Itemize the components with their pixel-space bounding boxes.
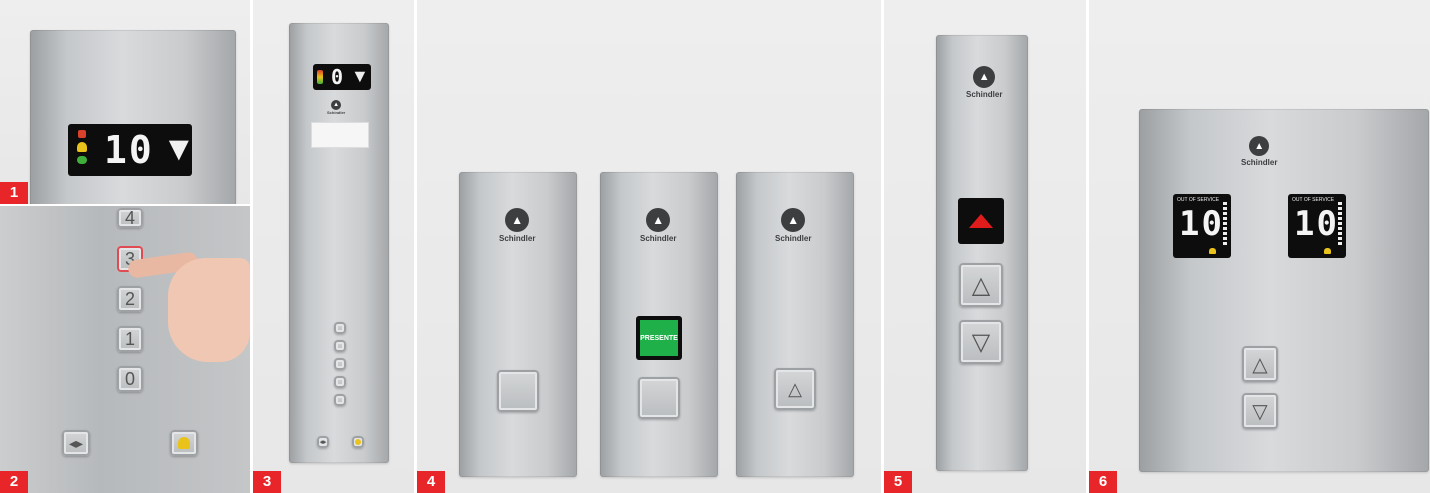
bell-icon — [77, 142, 87, 152]
presence-indicator: PRESENTE — [636, 316, 682, 360]
down-call-button[interactable]: ▽ — [959, 320, 1003, 364]
photo-panel-3: 0 ▼ ▲ Schindler ◂▸ 3 — [253, 0, 414, 493]
badge-5: 5 — [884, 471, 912, 493]
alarm-button[interactable] — [170, 430, 198, 456]
schindler-logo: ▲ Schindler — [775, 208, 811, 243]
floor-button-4[interactable]: 4 — [117, 208, 143, 228]
down-call-button[interactable]: ▽ — [1242, 393, 1278, 429]
badge-2: 2 — [0, 471, 28, 493]
floor-button-2[interactable]: 2 — [117, 286, 143, 312]
down-arrow-icon: ▼ — [351, 66, 369, 86]
up-call-button[interactable]: △ — [1242, 346, 1278, 382]
door-open-button[interactable]: ◂▸ — [317, 436, 329, 448]
down-arrow-icon: ▽ — [1252, 400, 1268, 423]
floor-indicator-display-left: OUT OF SERVICE 10 — [1173, 194, 1231, 258]
floor-indicator-display: 10 ▼ — [68, 124, 196, 176]
photo-panel-4: ▲ Schindler ▲ Schindler PRESENTE ▲ Schin… — [417, 0, 881, 493]
down-arrow-icon: ▼ — [162, 130, 196, 168]
floor-number: 0 — [331, 65, 346, 89]
schindler-logo: ▲ Schindler — [966, 66, 1002, 99]
up-call-button[interactable]: △ — [959, 263, 1003, 307]
up-arrow-icon: △ — [788, 378, 802, 399]
schindler-logo: ▲ Schindler — [499, 208, 535, 243]
info-plate — [311, 122, 369, 148]
badge-3: 3 — [253, 471, 281, 493]
schindler-logo: ▲ Schindler — [1241, 136, 1277, 167]
hall-station-plate — [1139, 109, 1429, 472]
hall-station-plate — [936, 35, 1028, 471]
badge-6: 6 — [1089, 471, 1117, 493]
badge-1: 1 — [0, 182, 28, 204]
floor-indicator-display-right: OUT OF SERVICE 10 — [1288, 194, 1346, 258]
status-text: OUT OF SERVICE — [1177, 197, 1220, 203]
photo-panel-6: ▲ Schindler OUT OF SERVICE 10 OUT OF SER… — [1089, 0, 1430, 493]
floor-button-1[interactable]: 1 — [117, 326, 143, 352]
up-arrow-red-icon — [969, 214, 993, 228]
bell-icon — [178, 437, 190, 449]
up-call-button[interactable]: △ — [774, 368, 816, 410]
floor-number: 10 — [104, 128, 154, 172]
badge-4: 4 — [417, 471, 445, 493]
bell-icon — [355, 439, 361, 445]
cop-button-column — [334, 322, 348, 416]
door-open-button[interactable]: ◂▸ — [62, 430, 90, 456]
up-arrow-icon: △ — [1252, 353, 1268, 376]
up-arrow-icon: △ — [971, 271, 991, 299]
floor-indicator-display: 0 ▼ — [313, 64, 371, 90]
call-button[interactable] — [497, 370, 539, 412]
floor-button-0[interactable]: 0 — [117, 366, 143, 392]
floor-number: 10 — [1179, 204, 1224, 244]
presence-label: PRESENTE — [640, 334, 678, 342]
schindler-logo: ▲ Schindler — [327, 100, 346, 115]
photo-panel-5: ▲ Schindler △ ▽ 5 — [884, 0, 1086, 493]
bell-icon — [1324, 248, 1331, 254]
floor-number: 10 — [1294, 204, 1339, 244]
display-faceplate — [30, 30, 236, 204]
hand — [168, 258, 250, 362]
status-icons — [74, 130, 90, 170]
down-arrow-icon: ▽ — [971, 328, 991, 356]
bell-icon — [1209, 248, 1216, 254]
status-text: OUT OF SERVICE — [1292, 197, 1335, 203]
photo-panel-2: 4 3 2 1 0 ◂▸ 2 — [0, 206, 250, 493]
photo-panel-1: 10 ▼ 1 — [0, 0, 250, 204]
alarm-button[interactable] — [352, 436, 364, 448]
call-button[interactable] — [638, 377, 680, 419]
direction-indicator — [958, 198, 1004, 244]
door-open-icon: ◂▸ — [68, 434, 84, 451]
schindler-logo: ▲ Schindler — [640, 208, 676, 243]
